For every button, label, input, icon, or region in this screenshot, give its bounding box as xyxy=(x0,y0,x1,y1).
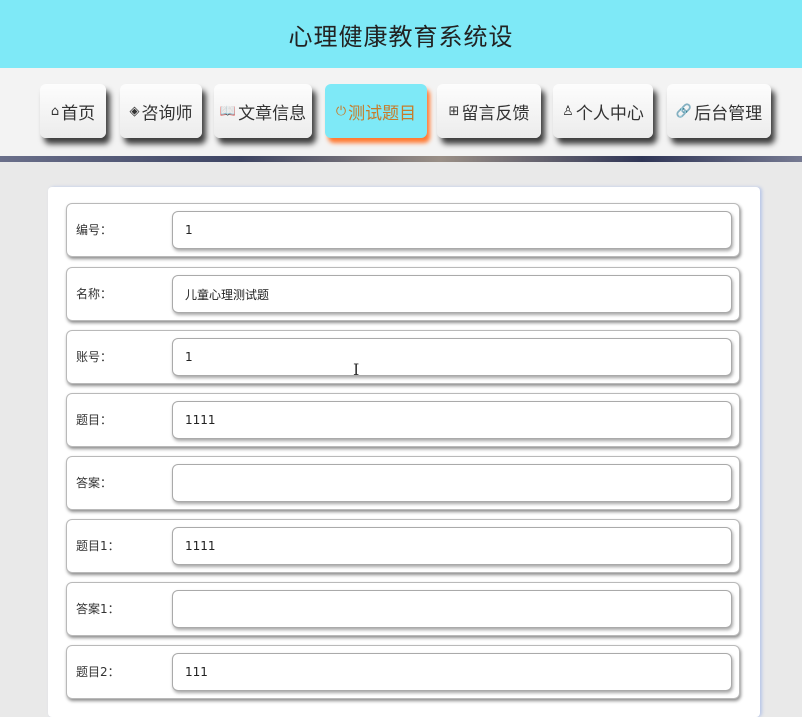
question1-field[interactable] xyxy=(172,527,732,565)
nav-item-admin[interactable]: 🔗 后台管理 xyxy=(667,84,771,138)
nav-label: 首页 xyxy=(61,103,96,124)
field-label: 题目： xyxy=(76,413,113,427)
answer-field[interactable] xyxy=(172,464,732,502)
form-row-answer1: 答案1： xyxy=(66,582,740,636)
link-icon: 🔗 xyxy=(675,103,693,119)
field-label: 答案： xyxy=(76,476,113,490)
grid-icon: ⊞ xyxy=(448,103,460,119)
detail-form: 编号： 名称： 账号： 题目： 答案： 题目1： 答案1： 题目2： xyxy=(48,187,760,717)
nav-label: 留言反馈 xyxy=(461,103,530,124)
user-icon: ♙ xyxy=(562,103,574,119)
nav-label: 后台管理 xyxy=(694,103,763,124)
account-field[interactable] xyxy=(172,338,732,376)
home-icon: ⌂ xyxy=(50,103,60,119)
field-label: 题目1： xyxy=(76,539,120,553)
form-row-question2: 题目2： xyxy=(66,645,740,699)
form-row-name: 名称： xyxy=(66,267,740,321)
nav-label: 文章信息 xyxy=(238,103,307,124)
nav-item-tests[interactable]: ⏻ 测试题目 xyxy=(325,84,427,138)
nav-label: 咨询师 xyxy=(141,103,193,124)
form-row-answer: 答案： xyxy=(66,456,740,510)
site-header: 心理健康教育系统设 xyxy=(0,0,802,68)
nav-item-counselor[interactable]: ◈ 咨询师 xyxy=(120,84,202,138)
form-row-account: 账号： xyxy=(66,330,740,384)
question-field[interactable] xyxy=(172,401,732,439)
id-field[interactable] xyxy=(172,211,732,249)
field-label: 题目2： xyxy=(76,665,120,679)
nav-label: 个人中心 xyxy=(575,103,644,124)
field-label: 账号： xyxy=(76,350,113,364)
site-title: 心理健康教育系统设 xyxy=(288,22,514,51)
layers-icon: ◈ xyxy=(129,103,140,119)
power-icon: ⏻ xyxy=(335,103,347,119)
form-row-id: 编号： xyxy=(66,203,740,257)
name-field[interactable] xyxy=(172,275,732,313)
nav-label: 测试题目 xyxy=(348,103,417,124)
form-row-question: 题目： xyxy=(66,393,740,447)
question2-field[interactable] xyxy=(172,653,732,691)
answer1-field[interactable] xyxy=(172,590,732,628)
banner-image xyxy=(0,156,802,162)
nav-bar: ⌂ 首页 ◈ 咨询师 📖 文章信息 ⏻ 测试题目 ⊞ 留言反馈 ♙ 个人中心 🔗… xyxy=(0,68,802,156)
nav-item-home[interactable]: ⌂ 首页 xyxy=(40,84,106,138)
field-label: 名称： xyxy=(76,287,113,301)
field-label: 编号： xyxy=(76,223,113,237)
form-row-question1: 题目1： xyxy=(66,519,740,573)
book-icon: 📖 xyxy=(219,103,237,119)
field-label: 答案1： xyxy=(76,602,120,616)
text-cursor-icon: I xyxy=(353,360,360,379)
nav-item-articles[interactable]: 📖 文章信息 xyxy=(214,84,312,138)
nav-item-profile[interactable]: ♙ 个人中心 xyxy=(553,84,653,138)
nav-item-feedback[interactable]: ⊞ 留言反馈 xyxy=(437,84,541,138)
